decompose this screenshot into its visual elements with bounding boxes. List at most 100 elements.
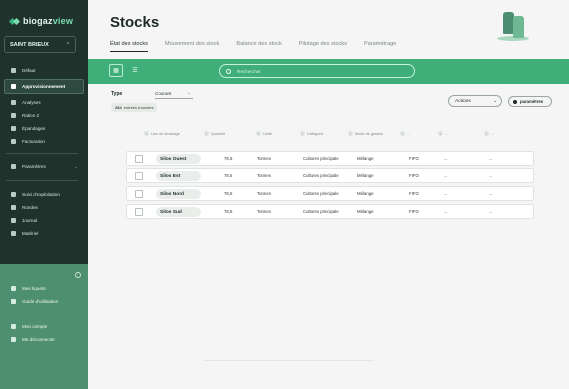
cell-quantite: 78,5 — [224, 173, 233, 178]
sidebar-item-label: Analyses — [22, 100, 41, 105]
chevron-updown-icon: ⌃ — [65, 41, 70, 48]
sort-icon: ↕ — [256, 131, 261, 136]
list-view-button[interactable]: ☰ — [128, 64, 142, 77]
grid-icon — [11, 68, 16, 73]
result-count-badge: 284 entrées trouvées — [111, 103, 158, 112]
cell-gestion: FIFO — [409, 209, 419, 214]
cell-gestion: FIFO — [409, 173, 419, 178]
main-nav: Défaut — [0, 64, 88, 77]
column-header-extra3[interactable]: ↕... — [484, 131, 494, 136]
sidebar-item-label: Journal — [22, 218, 38, 223]
sidebar-item-label: Facturation — [22, 139, 45, 144]
column-header-label: Quantité — [211, 131, 226, 136]
row-checkbox[interactable] — [135, 190, 143, 198]
search-icon — [226, 68, 231, 74]
row-checkbox[interactable] — [135, 155, 143, 163]
sort-icon: ↕ — [438, 131, 443, 136]
table-row[interactable]: Silos Nord 78,5 Tonnes Cultures principa… — [126, 186, 534, 201]
sidebar-item-journal[interactable]: Journal — [0, 214, 88, 227]
column-header-mode[interactable]: ↕ Mode de gestion — [348, 131, 383, 136]
row-checkbox[interactable] — [135, 172, 143, 180]
column-header-unite[interactable]: ↕ Unité — [256, 131, 272, 136]
search-box — [219, 64, 415, 78]
toolbar: ▦ ☰ — [88, 59, 569, 84]
cell-categorie: Cultures principale — [303, 156, 339, 161]
tab-balance[interactable]: Balance des stock — [236, 41, 281, 52]
sidebar-item-approvisionnement[interactable]: Approvisionnement — [4, 79, 84, 94]
table-row[interactable]: Silos Ouest 78,5 Tonnes Cultures princip… — [126, 151, 534, 166]
column-header-extra2[interactable]: ↕... — [438, 131, 448, 136]
brand-logo[interactable]: biogazview — [10, 16, 73, 26]
location-chip: Silos Est — [156, 171, 201, 181]
column-header-label: ... — [407, 131, 411, 136]
invoice-icon — [11, 139, 16, 144]
sidebar-item-label: Ration 2 — [22, 113, 40, 118]
column-header-quantite[interactable]: ↕ Quantité — [204, 131, 225, 136]
type-select[interactable]: Courant ⌄ — [155, 89, 193, 99]
sidebar-item-epandages[interactable]: Épandages — [0, 122, 88, 135]
table-row[interactable]: Silos Sud 78,5 Tonnes Cultures principal… — [126, 204, 534, 219]
parametres-button[interactable]: paramètres — [508, 96, 552, 107]
type-select-value: Courant — [155, 91, 172, 96]
ticket-icon — [11, 286, 16, 291]
silo-shape — [513, 16, 524, 38]
chevron-down-icon: ⌄ — [187, 90, 191, 95]
sidebar-item-facturation[interactable]: Facturation — [0, 135, 88, 148]
sidebar-item-compte[interactable]: Mon compte — [0, 320, 88, 333]
sidebar-item-materiel[interactable]: Matériel — [0, 227, 88, 240]
column-header-label: ... — [445, 131, 449, 136]
column-header-categorie[interactable]: ↕ Catégorie — [300, 131, 323, 136]
gear-icon[interactable] — [75, 272, 81, 278]
location-chip: Silos Ouest — [156, 154, 201, 164]
sidebar-item-ration[interactable]: Ration 2 — [0, 109, 88, 122]
location-chip: Silos Nord — [156, 189, 201, 199]
cell-extra: ... — [444, 173, 448, 178]
sidebar-item-tickets[interactable]: Mes tiquets — [0, 282, 88, 295]
search-input[interactable] — [237, 68, 407, 74]
tab-pilotage[interactable]: Pilotage des stocks — [299, 41, 347, 52]
actions-label: Actions — [455, 98, 471, 104]
tab-mouvement[interactable]: Mouvement des stock — [165, 41, 219, 52]
tractor-icon — [11, 126, 16, 131]
sort-icon: ↕ — [484, 131, 489, 136]
cell-unite: Tonnes — [257, 191, 271, 196]
table-row[interactable]: Silos Est 78,5 Tonnes Cultures principal… — [126, 168, 534, 183]
main-nav-rest: Analyses Ration 2 Épandages Facturation — [0, 96, 88, 148]
main-content: Stocks État des stocks Mouvement des sto… — [88, 0, 569, 389]
sidebar-item-label: Mon compte — [22, 324, 48, 329]
tab-etat-des-stocks[interactable]: État des stocks — [110, 41, 148, 52]
book-icon — [11, 218, 16, 223]
sidebar-item-label: Matériel — [22, 231, 39, 236]
sidebar-item-deconnecter[interactable]: Me déconnecter — [0, 333, 88, 346]
brand-name: biogazview — [23, 16, 73, 26]
silo-illustration — [493, 6, 533, 46]
cell-unite: Tonnes — [257, 173, 271, 178]
cell-unite: Tonnes — [257, 209, 271, 214]
sidebar-item-suivi[interactable]: Suivi d'exploitation — [0, 188, 88, 201]
column-header-extra1[interactable]: ↕... — [400, 131, 410, 136]
column-header-lieu[interactable]: ↕ Lieu de stockage — [144, 131, 180, 136]
sidebar-item-defaut[interactable]: Défaut — [0, 64, 88, 77]
actions-dropdown[interactable]: Actions ⌄ — [448, 95, 502, 107]
sidebar-item-analyses[interactable]: Analyses — [0, 96, 88, 109]
sort-icon: ↕ — [400, 131, 405, 136]
sidebar-item-rondes[interactable]: Rondes — [0, 201, 88, 214]
farm-selector[interactable]: SAINT BRIEUX ⌃ — [4, 36, 76, 53]
sidebar: biogazview SAINT BRIEUX ⌃ Défaut Approvi… — [0, 0, 88, 389]
sidebar-item-parametres[interactable]: Paramètres ⌄ — [0, 160, 88, 173]
user-icon — [11, 324, 16, 329]
sort-icon: ↕ — [204, 131, 209, 136]
sidebar-item-guide[interactable]: Guide d'utilisation — [0, 295, 88, 308]
cell-mode: Mélange — [357, 156, 374, 161]
cell-quantite: 78,5 — [224, 156, 233, 161]
farm-name: SAINT BRIEUX — [10, 41, 49, 48]
tool-icon — [11, 231, 16, 236]
cell-extra: ... — [444, 156, 448, 161]
sidebar-item-label: Mes tiquets — [22, 286, 46, 291]
brand-name-suffix: view — [52, 16, 74, 26]
sidebar-item-label: Défaut — [22, 68, 36, 73]
row-checkbox[interactable] — [135, 208, 143, 216]
grid-view-button[interactable]: ▦ — [109, 64, 123, 77]
tab-parametrage[interactable]: Paramétrage — [364, 41, 396, 52]
secondary-nav: Suivi d'exploitation Rondes Journal Maté… — [0, 188, 88, 240]
